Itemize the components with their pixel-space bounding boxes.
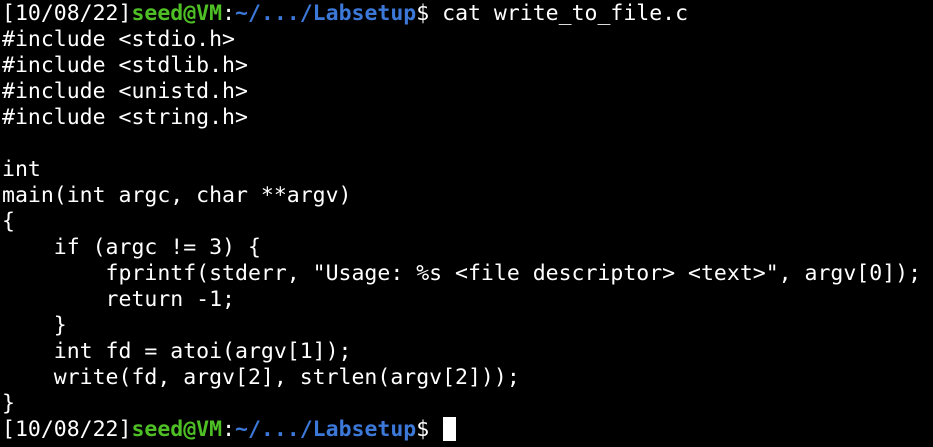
- prompt-user-host: seed@VM: [131, 1, 223, 26]
- prompt-user-host: seed@VM: [131, 417, 223, 442]
- output-line: write(fd, argv[2], strlen(argv[2]));: [2, 365, 520, 390]
- terminal-window[interactable]: [10/08/22]seed@VM:~/.../Labsetup$ cat wr…: [0, 0, 933, 447]
- prompt-path: ~/.../Labsetup: [235, 1, 417, 26]
- active-prompt-line[interactable]: [10/08/22]seed@VM:~/.../Labsetup$: [2, 417, 933, 443]
- prompt-separator: :: [222, 417, 236, 442]
- output-line: #include <unistd.h>: [2, 79, 248, 104]
- prompt-timestamp: [10/08/22]: [2, 1, 132, 26]
- output-line: #include <stdlib.h>: [2, 53, 248, 78]
- prompt-separator: :: [222, 1, 236, 26]
- text-cursor[interactable]: [443, 417, 457, 441]
- output-line: return -1;: [2, 287, 235, 312]
- output-line: {: [2, 209, 15, 234]
- output-line: int: [2, 157, 41, 182]
- command-line: [10/08/22]seed@VM:~/.../Labsetup$ cat wr…: [2, 1, 933, 27]
- prompt-timestamp: [10/08/22]: [2, 417, 132, 442]
- output-line: if (argc != 3) {: [2, 235, 261, 260]
- output-line: int fd = atoi(argv[1]);: [2, 339, 352, 364]
- prompt-symbol: $: [416, 417, 443, 442]
- prompt-symbol: $: [416, 1, 443, 26]
- output-line: fprintf(stderr, "Usage: %s <file descrip…: [2, 261, 922, 286]
- prompt-path: ~/.../Labsetup: [235, 417, 417, 442]
- output-line: }: [2, 391, 15, 416]
- command-text: cat write_to_file.c: [442, 1, 689, 26]
- output-line: main(int argc, char **argv): [2, 183, 352, 208]
- output-line: #include <stdio.h>: [2, 27, 235, 52]
- output-line: }: [2, 313, 67, 338]
- output-line: #include <string.h>: [2, 105, 248, 130]
